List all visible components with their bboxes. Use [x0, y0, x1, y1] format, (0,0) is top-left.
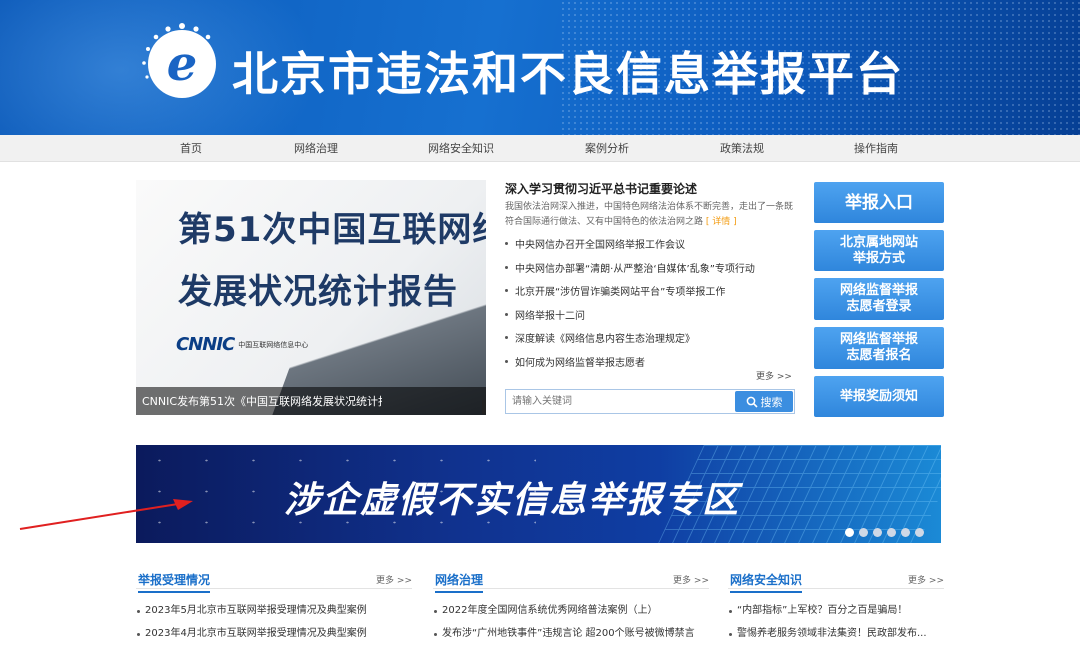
cnnic-logo: CNNIC 中国互联网络信息中心: [176, 334, 308, 355]
section-report-stats: 举报受理情况 更多 >> 2023年5月北京市互联网举报受理情况及典型案例 20…: [136, 568, 412, 646]
nav-case-analysis[interactable]: 案例分析: [585, 140, 629, 156]
main-nav: 首页 网络治理 网络安全知识 案例分析 政策法规 操作指南: [0, 135, 1080, 162]
local-site-report-label1: 北京属地网站: [839, 234, 918, 250]
section-title[interactable]: 举报受理情况: [138, 571, 211, 593]
volunteer-login-button[interactable]: 网络监督举报 志愿者登录: [814, 278, 944, 320]
news-headline[interactable]: 深入学习贯彻习近平总书记重要论述: [505, 180, 795, 197]
banner-dot[interactable]: [915, 528, 924, 537]
site-title: 北京市违法和不良信息举报平台: [232, 47, 904, 101]
site-logo[interactable]: e: [148, 30, 216, 98]
banner-dot[interactable]: [901, 528, 910, 537]
news-item[interactable]: 深度解读《网络信息内容生态治理规定》: [505, 330, 795, 354]
news-item[interactable]: 网络举报十二问: [505, 307, 795, 331]
search-button[interactable]: 搜索: [735, 391, 793, 412]
cnnic-name: 中国互联网络信息中心: [238, 340, 309, 349]
local-site-report-button[interactable]: 北京属地网站 举报方式: [814, 230, 944, 271]
news-list: 中央网信办召开全国网络举报工作会议 中央网信办部署“清朗·从严整治‘自媒体’乱象…: [505, 236, 795, 378]
banner-dot[interactable]: [887, 528, 896, 537]
search-icon: [746, 396, 758, 408]
reward-notice-button[interactable]: 举报奖励须知: [814, 376, 944, 417]
volunteer-login-label2: 志愿者登录: [846, 299, 912, 314]
volunteer-login-label1: 网络监督举报: [839, 283, 918, 298]
section-header: 网络安全知识 更多 >>: [728, 568, 944, 593]
banner-text: 涉企虚假不实信息举报专区: [284, 480, 741, 521]
news-detail-link[interactable]: [ 详情 ]: [706, 217, 737, 227]
news-item[interactable]: 中央网信办召开全国网络举报工作会议: [505, 236, 795, 260]
news-summary: 我国依法治网深入推进，中国特色网络法治体系不断完善，走出了一条既符合国际通行做法…: [505, 200, 795, 230]
news-column: 深入学习贯彻习近平总书记重要论述 我国依法治网深入推进，中国特色网络法治体系不断…: [505, 180, 795, 369]
nav-operation-guide[interactable]: 操作指南: [854, 140, 898, 156]
banner-dot[interactable]: [859, 528, 868, 537]
news-item[interactable]: 中央网信办部署“清朗·从严整治‘自媒体’乱象”专项行动: [505, 260, 795, 284]
nav-network-governance[interactable]: 网络治理: [294, 140, 338, 156]
report-entry-button[interactable]: 举报入口: [814, 182, 944, 223]
volunteer-signup-button[interactable]: 网络监督举报 志愿者报名: [814, 327, 944, 369]
section-header: 举报受理情况 更多 >>: [136, 568, 412, 593]
volunteer-signup-label1: 网络监督举报: [839, 332, 918, 347]
red-arrow-annotation-icon: [19, 499, 193, 530]
slider-caption[interactable]: CNNIC发布第51次《中国互联网络发展状况统计报告》: [142, 393, 382, 409]
logo-letter: e: [166, 36, 198, 92]
list-item[interactable]: 2022年度全国网信系统优秀网络普法案例（上）: [433, 600, 709, 623]
news-more-link[interactable]: 更多 >>: [756, 369, 792, 382]
slider-title-line1: 第51次中国互联网络: [178, 210, 486, 250]
nav-home[interactable]: 首页: [180, 140, 202, 156]
section-more-link[interactable]: 更多 >>: [376, 573, 412, 586]
search-input[interactable]: [512, 393, 722, 410]
slider-title-line2: 发展状况统计报告: [178, 272, 458, 312]
section-more-link[interactable]: 更多 >>: [673, 573, 709, 586]
section-security-knowledge: 网络安全知识 更多 >> “内部指标”上军校？百分之百是骗局！ 警惕养老服务领域…: [728, 568, 944, 646]
news-item[interactable]: 北京开展“涉仿冒诈骗类网站平台”专项举报工作: [505, 283, 795, 307]
slider-page-5[interactable]: 5: [482, 400, 486, 414]
reward-notice-label: 举报奖励须知: [839, 388, 918, 404]
banner-dot[interactable]: [845, 528, 854, 537]
section-title[interactable]: 网络治理: [435, 571, 484, 593]
section-header: 网络治理 更多 >>: [433, 568, 709, 593]
section-network-governance: 网络治理 更多 >> 2022年度全国网信系统优秀网络普法案例（上） 发布涉“广…: [433, 568, 709, 646]
section-more-link[interactable]: 更多 >>: [908, 573, 944, 586]
volunteer-signup-label2: 志愿者报名: [846, 348, 912, 363]
list-item[interactable]: 2023年5月北京市互联网举报受理情况及典型案例: [136, 600, 412, 623]
local-site-report-label2: 举报方式: [852, 250, 905, 266]
news-summary-text: 我国依法治网深入推进，中国特色网络法治体系不断完善，走出了一条既符合国际通行做法…: [505, 202, 794, 227]
search-box: 搜索: [505, 389, 795, 414]
nav-policy-law[interactable]: 政策法规: [720, 140, 764, 156]
list-item[interactable]: “内部指标”上军校？百分之百是骗局！: [728, 600, 944, 623]
enterprise-report-banner[interactable]: 涉企虚假不实信息举报专区: [136, 445, 941, 543]
news-slider[interactable]: 第51次中国互联网络 发展状况统计报告 CNNIC 中国互联网络信息中心 CNN…: [136, 180, 486, 415]
slider-caption-bar: CNNIC发布第51次《中国互联网络发展状况统计报告》 1 2 3 4 5: [136, 387, 486, 415]
news-item[interactable]: 如何成为网络监督举报志愿者: [505, 354, 795, 378]
site-header: e 北京市违法和不良信息举报平台: [0, 0, 1080, 135]
nav-security-knowledge[interactable]: 网络安全知识: [428, 140, 494, 156]
banner-dot[interactable]: [873, 528, 882, 537]
cnnic-logo-text: CNNIC: [176, 334, 235, 355]
report-entry-label: 举报入口: [845, 192, 913, 213]
banner-pager: [845, 528, 924, 537]
section-title[interactable]: 网络安全知识: [730, 571, 803, 593]
search-button-label: 搜索: [760, 395, 783, 409]
